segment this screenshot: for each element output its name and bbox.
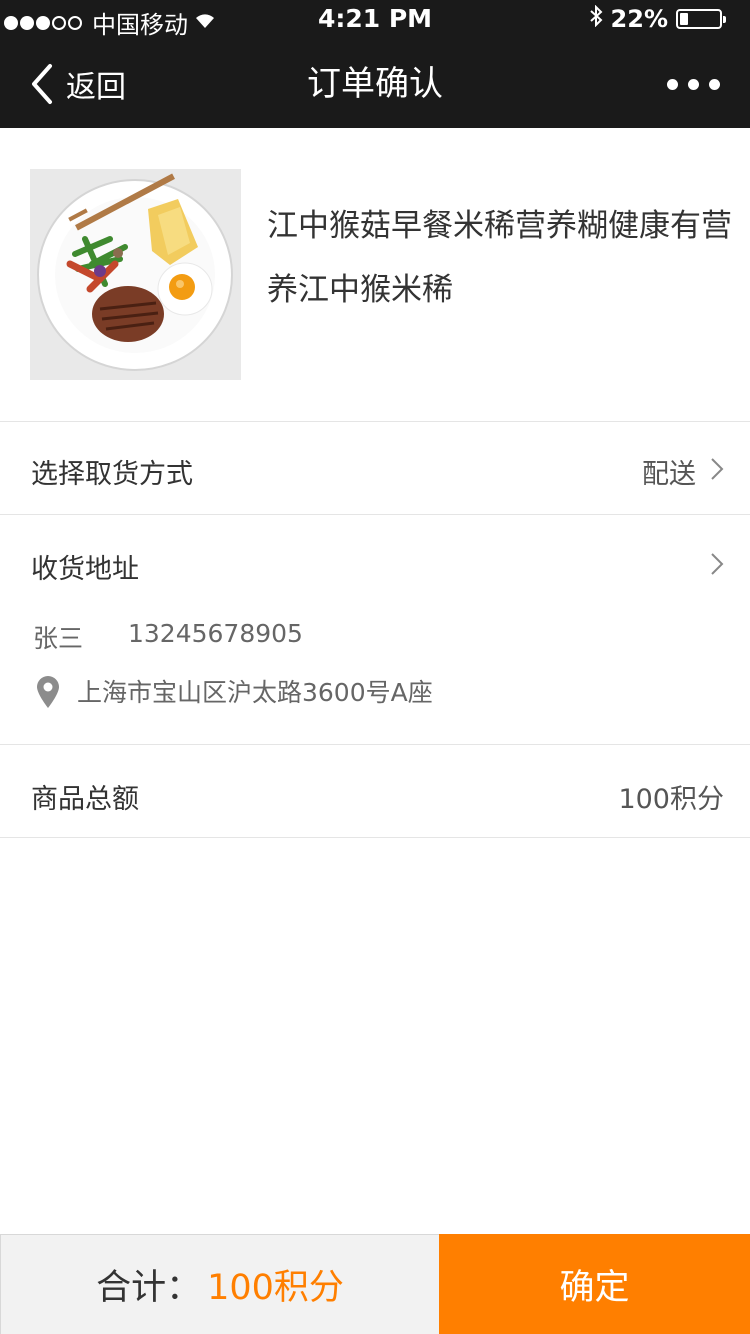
product-image [30,169,241,380]
delivery-method-label: 选择取货方式 [31,459,193,490]
nav-bar: 返回 订单确认 [0,40,750,128]
delivery-method-row[interactable]: 选择取货方式 配送 [0,422,750,515]
sum-label: 合计： [96,1268,202,1308]
product-card[interactable]: 江中猴菇早餐米稀营养糊健康有营养江中猴米稀 [0,128,750,422]
chevron-right-icon [711,553,724,575]
chevron-right-icon [711,458,724,480]
receiver-phone: 13245678905 [128,619,303,648]
bottom-bar: 合计： 100积分 确定 [0,1234,750,1334]
more-options-icon[interactable] [657,40,720,128]
order-total-value: 100积分 [618,784,724,815]
receiver-name: 张三 [33,624,84,653]
page-title: 订单确认 [307,64,443,104]
shipping-address-text: 上海市宝山区沪太路3600号A座 [77,678,433,707]
sum-value: 100积分 [207,1268,344,1308]
status-bar: 中国移动 4:21 PM 22% [0,0,750,40]
battery-percent: 22% [610,5,668,33]
bluetooth-icon [589,4,603,33]
product-name: 江中猴菇早餐米稀营养糊健康有营养江中猴米稀 [267,208,732,308]
delivery-method-value: 配送 [642,459,696,490]
sum-area: 合计： 100积分 [0,1234,439,1334]
location-pin-icon [37,676,59,708]
order-total-row: 商品总额 100积分 [0,745,750,838]
battery-icon [676,9,726,29]
shipping-address-label: 收货地址 [31,554,139,585]
confirm-button[interactable]: 确定 [439,1234,750,1334]
order-total-label: 商品总额 [31,784,139,815]
shipping-address-row[interactable]: 收货地址 张三 13245678905 上海市宝山区沪太路3600号A座 [0,515,750,745]
